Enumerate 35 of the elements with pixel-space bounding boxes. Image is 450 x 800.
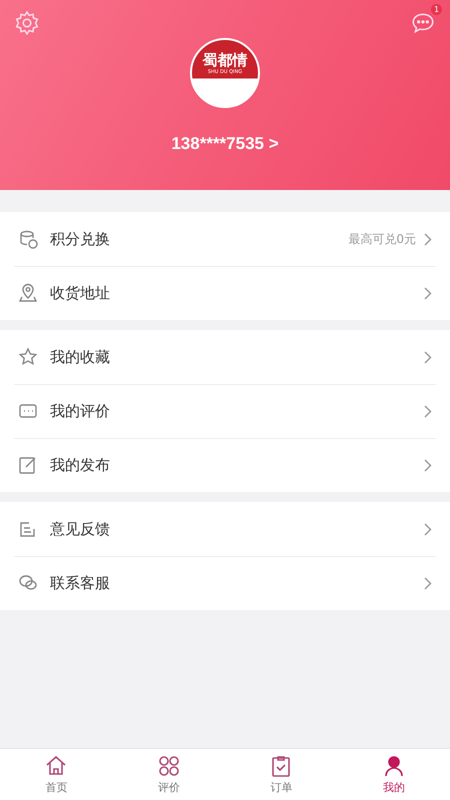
menu-item[interactable]: 我的收藏 <box>0 330 450 384</box>
chevron-icon <box>424 286 432 300</box>
menu-label: 联系客服 <box>50 574 111 592</box>
tab[interactable]: 首页 <box>0 749 112 800</box>
tab[interactable]: 我的 <box>338 749 450 800</box>
star-icon <box>18 347 38 367</box>
tab[interactable]: 订单 <box>225 749 338 800</box>
chevron-icon <box>424 350 432 364</box>
menu-item[interactable]: 联系客服 <box>0 556 450 610</box>
menu-item[interactable]: 收货地址 <box>0 266 450 320</box>
menu-label: 收货地址 <box>50 284 111 302</box>
menu-label: 我的发布 <box>50 456 111 474</box>
chevron-icon <box>424 458 432 472</box>
settings-icon[interactable] <box>14 10 40 36</box>
logo-title: 蜀都情 <box>202 52 248 68</box>
home-icon <box>44 754 68 778</box>
menu-label: 意见反馈 <box>50 520 111 538</box>
chevron-icon <box>424 404 432 418</box>
tab[interactable]: 评价 <box>112 749 225 800</box>
chevron-icon <box>424 576 432 590</box>
chevron-icon <box>424 232 432 246</box>
menu-label: 积分兑换 <box>50 230 111 248</box>
coins-icon <box>18 229 38 249</box>
menu-item[interactable]: 我的评价 <box>0 384 450 438</box>
menu-item[interactable]: 我的发布 <box>0 438 450 492</box>
grid-icon <box>156 754 181 778</box>
chevron-icon <box>424 522 432 536</box>
menu-item[interactable]: 意见反馈 <box>0 502 450 556</box>
message-count: 1 <box>431 4 442 15</box>
menu-label: 我的评价 <box>50 402 111 420</box>
menu-detail: 最高可兑0元 <box>348 230 416 248</box>
menu-label: 我的收藏 <box>50 348 111 366</box>
edit-icon <box>18 455 38 475</box>
menu-item[interactable]: 积分兑换 最高可兑0元 <box>0 212 450 266</box>
pin-icon <box>18 283 38 303</box>
